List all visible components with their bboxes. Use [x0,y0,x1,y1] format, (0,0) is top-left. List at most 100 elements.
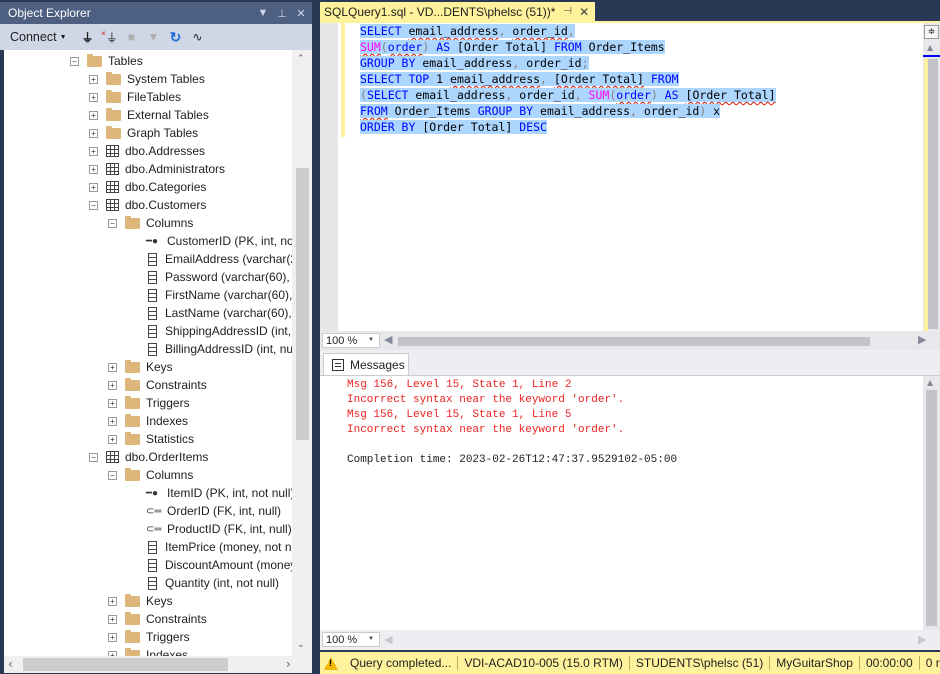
editor-vertical-scrollbar[interactable]: ≑ ▲ [923,23,940,359]
tree-node[interactable]: + Triggers [108,628,190,646]
collapse-icon[interactable]: − [108,470,117,480]
connect-button[interactable]: Connect ▼ [10,30,67,44]
pin-icon[interactable]: ⊥ [274,7,290,20]
tree-node[interactable]: + dbo.Categories [89,178,206,196]
tree-node[interactable]: ━● CustomerID (PK, int, not null) [146,232,312,250]
query-tab[interactable]: SQLQuery1.sql - VD...DENTS\phelsc (51))*… [320,2,596,21]
scroll-left-icon[interactable]: ‹ [8,657,13,671]
tree-node[interactable]: + Constraints [108,610,207,628]
tree-node-label: LastName (varchar(60), not null) [165,306,312,320]
editor-zoom-select[interactable]: 100 % ▼ [322,333,380,348]
tree-node[interactable]: + Graph Tables [89,124,198,142]
expand-icon[interactable]: + [108,614,117,624]
expand-icon[interactable]: + [89,164,98,174]
expand-icon[interactable]: + [89,74,98,84]
expand-icon[interactable]: + [108,398,117,408]
scroll-right-icon[interactable]: ▶ [918,633,926,646]
expand-icon[interactable]: + [89,128,98,138]
tree-node[interactable]: − dbo.Customers [89,196,206,214]
expand-icon[interactable]: + [108,380,117,390]
tree-node[interactable]: + System Tables [89,70,205,88]
horizontal-scroll-thumb[interactable] [398,337,870,346]
code-token: email_address [408,88,506,102]
tree-node[interactable]: ━● ItemID (PK, int, not null) [146,484,294,502]
tab-messages[interactable]: Messages [323,353,409,375]
tree-node[interactable]: + Keys [108,592,173,610]
tree-node[interactable]: Password (varchar(60), not null) [146,268,312,286]
expand-icon[interactable]: + [108,416,117,426]
collapse-icon[interactable]: − [108,218,117,228]
expand-icon[interactable]: + [108,362,117,372]
tree-node[interactable]: − Columns [108,466,193,484]
disconnect-icon[interactable]: ×⏚ [99,29,121,46]
collapse-icon[interactable]: − [70,56,79,66]
tree-node[interactable]: ⊂═ ProductID (FK, int, null) [146,520,292,538]
expand-icon[interactable]: + [89,110,98,120]
tree-node[interactable]: + Statistics [108,430,194,448]
expand-icon[interactable]: + [89,146,98,156]
expand-icon[interactable]: + [89,92,98,102]
expand-icon[interactable]: + [108,434,117,444]
tree-node[interactable]: Quantity (int, not null) [146,574,279,592]
tree-node[interactable]: + FileTables [89,88,181,106]
expand-icon[interactable]: + [108,596,117,606]
tree-horizontal-scrollbar[interactable]: ‹ › [4,656,312,673]
tree-node[interactable]: + Indexes [108,646,188,656]
tree-vertical-scrollbar[interactable]: ⌃ ⌄ [292,50,312,656]
pin-icon[interactable]: ⊣ [563,6,572,17]
scroll-up-icon[interactable]: ▲ [927,43,933,52]
tree-node[interactable]: − Columns [108,214,193,232]
activity-monitor-icon[interactable]: ∿ [187,30,209,44]
refresh-icon[interactable]: ↻ [165,29,187,46]
tree-node-label: dbo.Administrators [125,162,226,176]
collapse-icon[interactable]: − [89,452,98,462]
tree-node[interactable]: − Tables [70,52,143,70]
tree-node[interactable]: ⊂═ OrderID (FK, int, null) [146,502,281,520]
scroll-up-icon[interactable]: ▲ [927,378,933,387]
scroll-right-icon[interactable]: ▶ [918,333,926,346]
tree-node-label: ItemID (PK, int, not null) [167,486,295,500]
scroll-left-icon[interactable]: ◀ [384,633,392,646]
close-tab-icon[interactable]: ✕ [579,5,589,19]
tree-node[interactable]: + Indexes [108,412,188,430]
scroll-down-icon[interactable]: ⌄ [297,640,305,650]
scroll-left-icon[interactable]: ◀ [384,333,392,346]
tree-node[interactable]: LastName (varchar(60), not null) [146,304,312,322]
zoom-level: 100 % [326,633,358,646]
tree-node[interactable]: + dbo.Administrators [89,160,225,178]
scroll-thumb[interactable] [296,168,309,440]
tree-node[interactable]: + Keys [108,358,173,376]
error-message-line: Msg 156, Level 15, State 1, Line 5 [347,409,572,421]
tree-node[interactable]: + dbo.Addresses [89,142,205,160]
scroll-right-icon[interactable]: › [286,657,291,671]
scroll-thumb[interactable] [926,390,937,626]
tree-node[interactable]: DiscountAmount (money, not null) [146,556,312,574]
messages-vertical-scrollbar[interactable]: ▲ [923,376,940,631]
tree-node[interactable]: BillingAddressID (int, null) [146,340,302,358]
stop-icon[interactable]: ■ [121,30,143,44]
close-icon[interactable]: ✕ [293,7,309,20]
tree-node[interactable]: ItemPrice (money, not null) [146,538,308,556]
messages-pane[interactable]: Msg 156, Level 15, State 1, Line 2 Incorr… [320,375,940,631]
sql-editor[interactable]: SELECT email_address, order_id, SUM(order… [320,23,940,359]
connect-icon[interactable]: ⏚ [77,29,99,46]
tree-node[interactable]: + Triggers [108,394,190,412]
sql-code[interactable]: SELECT email_address, order_id, SUM(order… [360,23,776,135]
tree-node[interactable]: EmailAddress (varchar(255), not null) [146,250,312,268]
window-position-dropdown-icon[interactable]: ▼ [255,7,271,19]
scroll-up-icon[interactable]: ⌃ [297,54,305,64]
tree-node[interactable]: ShippingAddressID (int, null) [146,322,312,340]
expand-icon[interactable]: + [108,632,117,642]
filter-icon[interactable]: ▼ [143,30,165,44]
collapse-icon[interactable]: − [89,200,98,210]
expand-icon[interactable]: + [89,182,98,192]
tree-node[interactable]: − dbo.OrderItems [89,448,208,466]
messages-zoom-select[interactable]: 100 % ▼ [322,632,380,647]
split-window-icon[interactable]: ≑ [924,25,939,39]
tree-node[interactable]: + External Tables [89,106,209,124]
column-icon [148,342,157,356]
tree-node[interactable]: FirstName (varchar(60), not null) [146,286,312,304]
scroll-thumb[interactable] [23,658,228,671]
tree-node[interactable]: + Constraints [108,376,207,394]
scroll-thumb[interactable] [928,59,938,329]
